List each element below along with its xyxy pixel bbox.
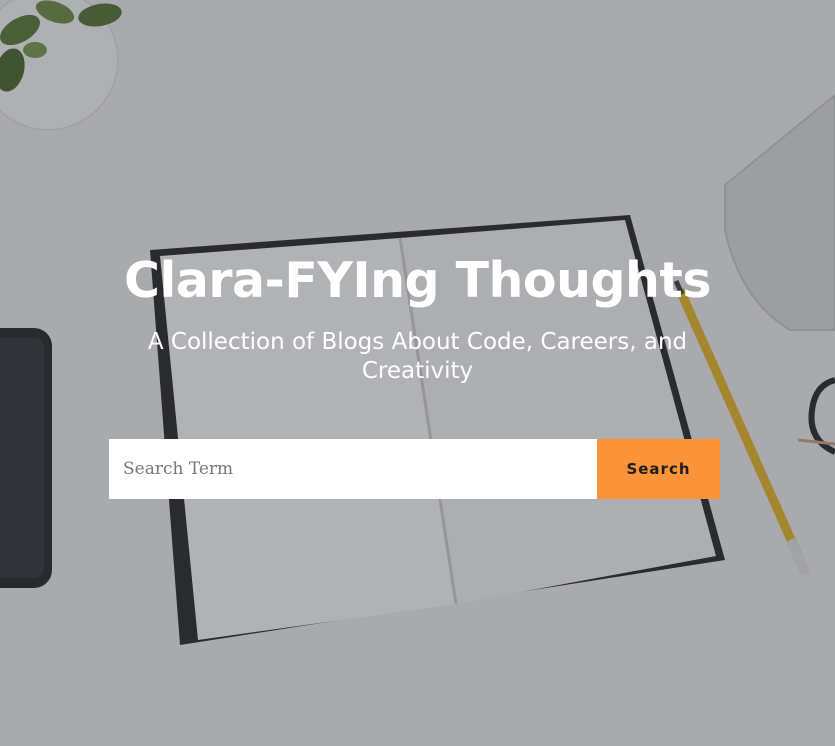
search-form: Search [109, 439, 720, 499]
hero-section: Clara-FYIng Thoughts A Collection of Blo… [0, 0, 835, 746]
hero-content: Clara-FYIng Thoughts A Collection of Blo… [0, 0, 835, 746]
site-title: Clara-FYIng Thoughts [124, 252, 712, 309]
search-input[interactable] [109, 439, 597, 499]
site-tagline: A Collection of Blogs About Code, Career… [147, 329, 688, 384]
search-button[interactable]: Search [597, 439, 720, 499]
